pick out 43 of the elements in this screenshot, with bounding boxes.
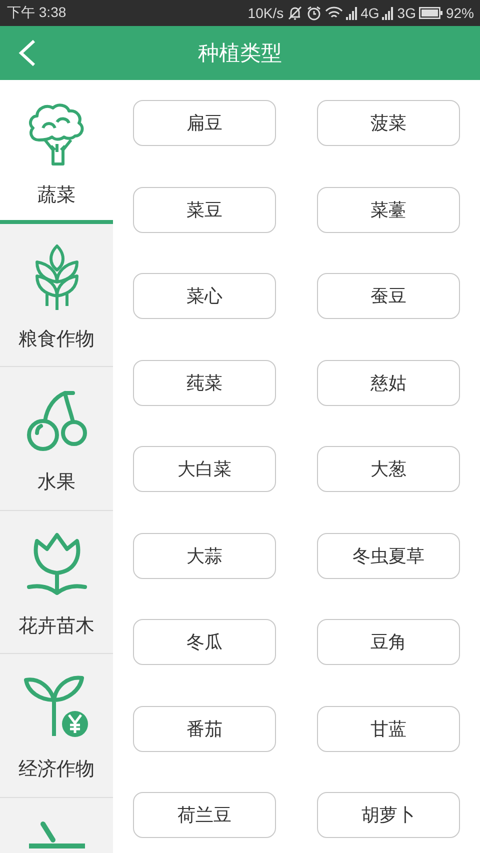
battery-icon bbox=[418, 7, 443, 19]
bell-muted-icon bbox=[286, 5, 303, 21]
category-label: 花卉苗木 bbox=[18, 614, 94, 638]
category-label: 蔬菜 bbox=[38, 183, 76, 208]
crop-button[interactable]: 豆角 bbox=[317, 619, 460, 665]
crop-button[interactable]: 大葱 bbox=[317, 446, 460, 492]
category-tab[interactable]: 粮食作物 bbox=[0, 224, 113, 367]
wifi-icon bbox=[324, 6, 343, 20]
crop-button[interactable]: 胡萝卜 bbox=[317, 792, 460, 838]
category-tab[interactable]: 经济作物 bbox=[0, 654, 113, 798]
network-type: 3G bbox=[397, 5, 416, 21]
crop-button[interactable]: 荷兰豆 bbox=[133, 792, 276, 838]
crop-button[interactable]: 冬虫夏草 bbox=[317, 532, 460, 578]
page-title: 种植类型 bbox=[198, 40, 282, 67]
category-tab[interactable]: 水果 bbox=[0, 367, 113, 510]
crop-button[interactable]: 扁豆 bbox=[133, 100, 276, 146]
crop-button[interactable]: 甘蓝 bbox=[317, 706, 460, 752]
network-speed: 10K/s bbox=[248, 5, 284, 21]
crop-button[interactable]: 慈姑 bbox=[317, 360, 460, 406]
crop-button[interactable]: 菜心 bbox=[133, 273, 276, 319]
battery-level: 92% bbox=[446, 5, 474, 21]
crop-button[interactable]: 大蒜 bbox=[133, 532, 276, 578]
category-label: 水果 bbox=[38, 470, 76, 495]
category-label: 粮食作物 bbox=[18, 326, 94, 352]
category-tab[interactable]: 花卉苗木 bbox=[0, 510, 113, 654]
back-icon[interactable] bbox=[18, 39, 36, 67]
status-time: 下午 3:38 bbox=[7, 4, 66, 22]
category-tab[interactable]: 蔬菜 bbox=[0, 80, 113, 224]
tulip-icon bbox=[24, 530, 88, 596]
crop-button[interactable]: 大白菜 bbox=[133, 446, 276, 492]
category-label: 经济作物 bbox=[18, 757, 94, 782]
crop-button[interactable]: 莼菜 bbox=[133, 360, 276, 406]
alarm-icon bbox=[306, 5, 322, 21]
crop-button[interactable]: 冬瓜 bbox=[133, 619, 276, 665]
crop-button[interactable]: 蚕豆 bbox=[317, 273, 460, 319]
crop-button[interactable]: 菠菜 bbox=[317, 100, 460, 146]
crop-button[interactable]: 菜豆 bbox=[133, 186, 276, 232]
signal-icon bbox=[382, 6, 394, 20]
signal-icon bbox=[346, 6, 358, 20]
network-type: 4G bbox=[360, 5, 380, 21]
crop-button[interactable]: 番茄 bbox=[133, 706, 276, 752]
crop-button[interactable]: 菜薹 bbox=[317, 186, 460, 232]
sprout-coin-icon bbox=[24, 674, 90, 740]
